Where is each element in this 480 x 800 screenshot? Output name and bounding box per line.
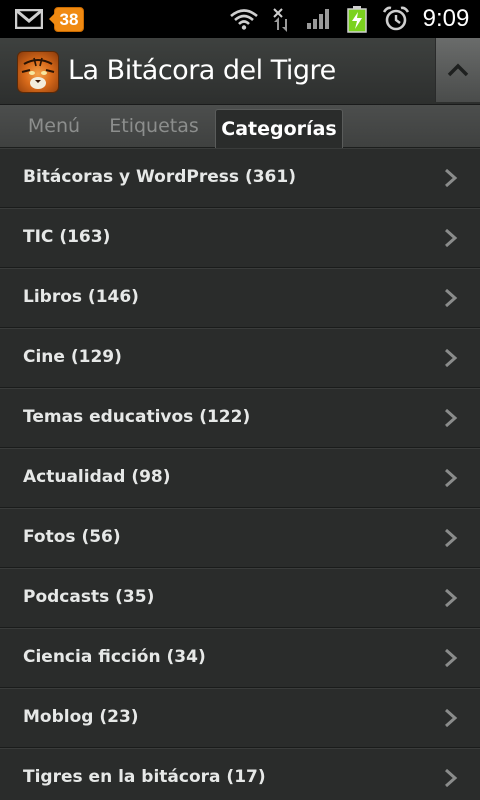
list-item[interactable]: Actualidad (98)	[0, 448, 480, 508]
app-title: La Bitácora del Tigre	[68, 55, 336, 86]
chevron-right-icon	[445, 648, 458, 668]
list-item[interactable]: Libros (146)	[0, 268, 480, 328]
category-label: Ciencia ficción (34)	[23, 647, 206, 667]
gmail-icon	[14, 0, 44, 38]
list-item[interactable]: Tigres en la bitácora (17)	[0, 748, 480, 800]
list-item[interactable]: Podcasts (35)	[0, 568, 480, 628]
chevron-right-icon	[445, 468, 458, 488]
list-item[interactable]: Bitácoras y WordPress (361)	[0, 148, 480, 208]
list-item[interactable]: Ciencia ficción (34)	[0, 628, 480, 688]
category-label: Libros (146)	[23, 287, 139, 307]
tab-menu[interactable]: Menú	[16, 105, 92, 147]
collapse-button[interactable]	[435, 38, 480, 102]
signal-icon	[305, 0, 333, 38]
list-item[interactable]: Moblog (23)	[0, 688, 480, 748]
category-label: TIC (163)	[23, 227, 111, 247]
clock: 9:09	[418, 0, 474, 38]
category-label: Bitácoras y WordPress (361)	[23, 167, 296, 187]
status-bar: 38 9:09	[0, 0, 480, 38]
tiger-app-icon	[17, 51, 59, 93]
chevron-right-icon	[445, 768, 458, 788]
alarm-icon	[381, 0, 411, 38]
chevron-right-icon	[445, 228, 458, 248]
notification-badge: 38	[48, 0, 86, 38]
chevron-right-icon	[445, 588, 458, 608]
list-item[interactable]: Temas educativos (122)	[0, 388, 480, 448]
data-transfer-icon	[270, 0, 294, 38]
chevron-up-icon	[447, 63, 469, 77]
category-list: Bitácoras y WordPress (361) TIC (163) Li…	[0, 148, 480, 800]
list-item[interactable]: Fotos (56)	[0, 508, 480, 568]
chevron-right-icon	[445, 168, 458, 188]
category-label: Cine (129)	[23, 347, 122, 367]
list-item[interactable]: Cine (129)	[0, 328, 480, 388]
category-label: Temas educativos (122)	[23, 407, 251, 427]
app-screen: 38 9:09 La Bitácora del Tigre Menú Etiqu…	[0, 0, 480, 800]
category-label: Podcasts (35)	[23, 587, 155, 607]
chevron-right-icon	[445, 528, 458, 548]
chevron-right-icon	[445, 288, 458, 308]
list-item[interactable]: TIC (163)	[0, 208, 480, 268]
title-bar: La Bitácora del Tigre	[0, 38, 480, 105]
chevron-right-icon	[445, 408, 458, 428]
chevron-right-icon	[445, 348, 458, 368]
chevron-right-icon	[445, 708, 458, 728]
notification-count: 38	[48, 6, 85, 32]
tab-categorias[interactable]: Categorías	[215, 109, 343, 151]
clock-time: 9:09	[422, 5, 470, 32]
battery-charging-icon	[345, 0, 369, 38]
tab-etiquetas[interactable]: Etiquetas	[100, 105, 208, 147]
category-label: Moblog (23)	[23, 707, 139, 727]
category-label: Fotos (56)	[23, 527, 121, 547]
category-label: Tigres en la bitácora (17)	[23, 767, 266, 787]
tab-bar: Menú Etiquetas Categorías	[0, 105, 480, 151]
category-label: Actualidad (98)	[23, 467, 171, 487]
wifi-icon	[228, 0, 260, 38]
